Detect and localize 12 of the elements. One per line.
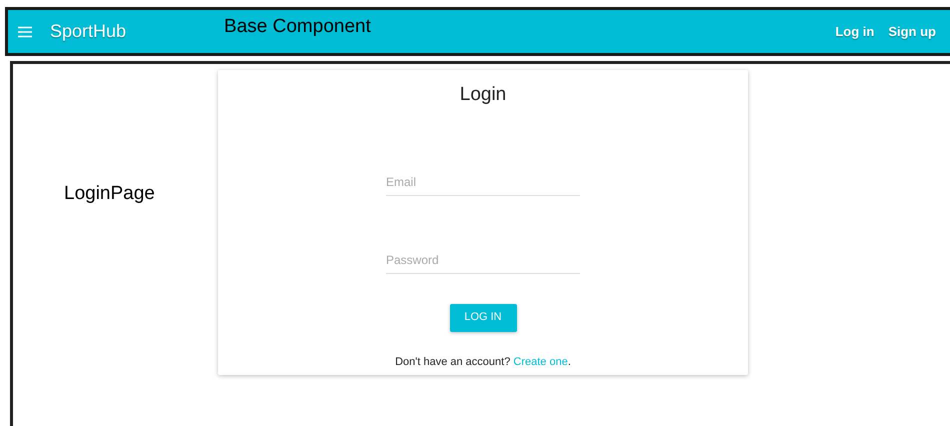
card-title: Login (460, 83, 506, 107)
signup-prompt: Don't have an account? Create one. (395, 354, 571, 370)
nav-link[interactable]: Log in (835, 22, 874, 42)
login-button[interactable]: LOG IN (450, 304, 516, 332)
annotation-label: LoginPage (64, 182, 156, 206)
create-account-link[interactable]: Create one (513, 356, 568, 368)
brand-name: SportHub (50, 20, 126, 43)
annotation-label: Base Component (224, 15, 371, 39)
menu-icon[interactable] (18, 26, 32, 38)
input-field[interactable]: Password (386, 248, 580, 274)
nav-link[interactable]: Sign up (888, 22, 936, 42)
input-field[interactable]: Email (386, 170, 580, 196)
